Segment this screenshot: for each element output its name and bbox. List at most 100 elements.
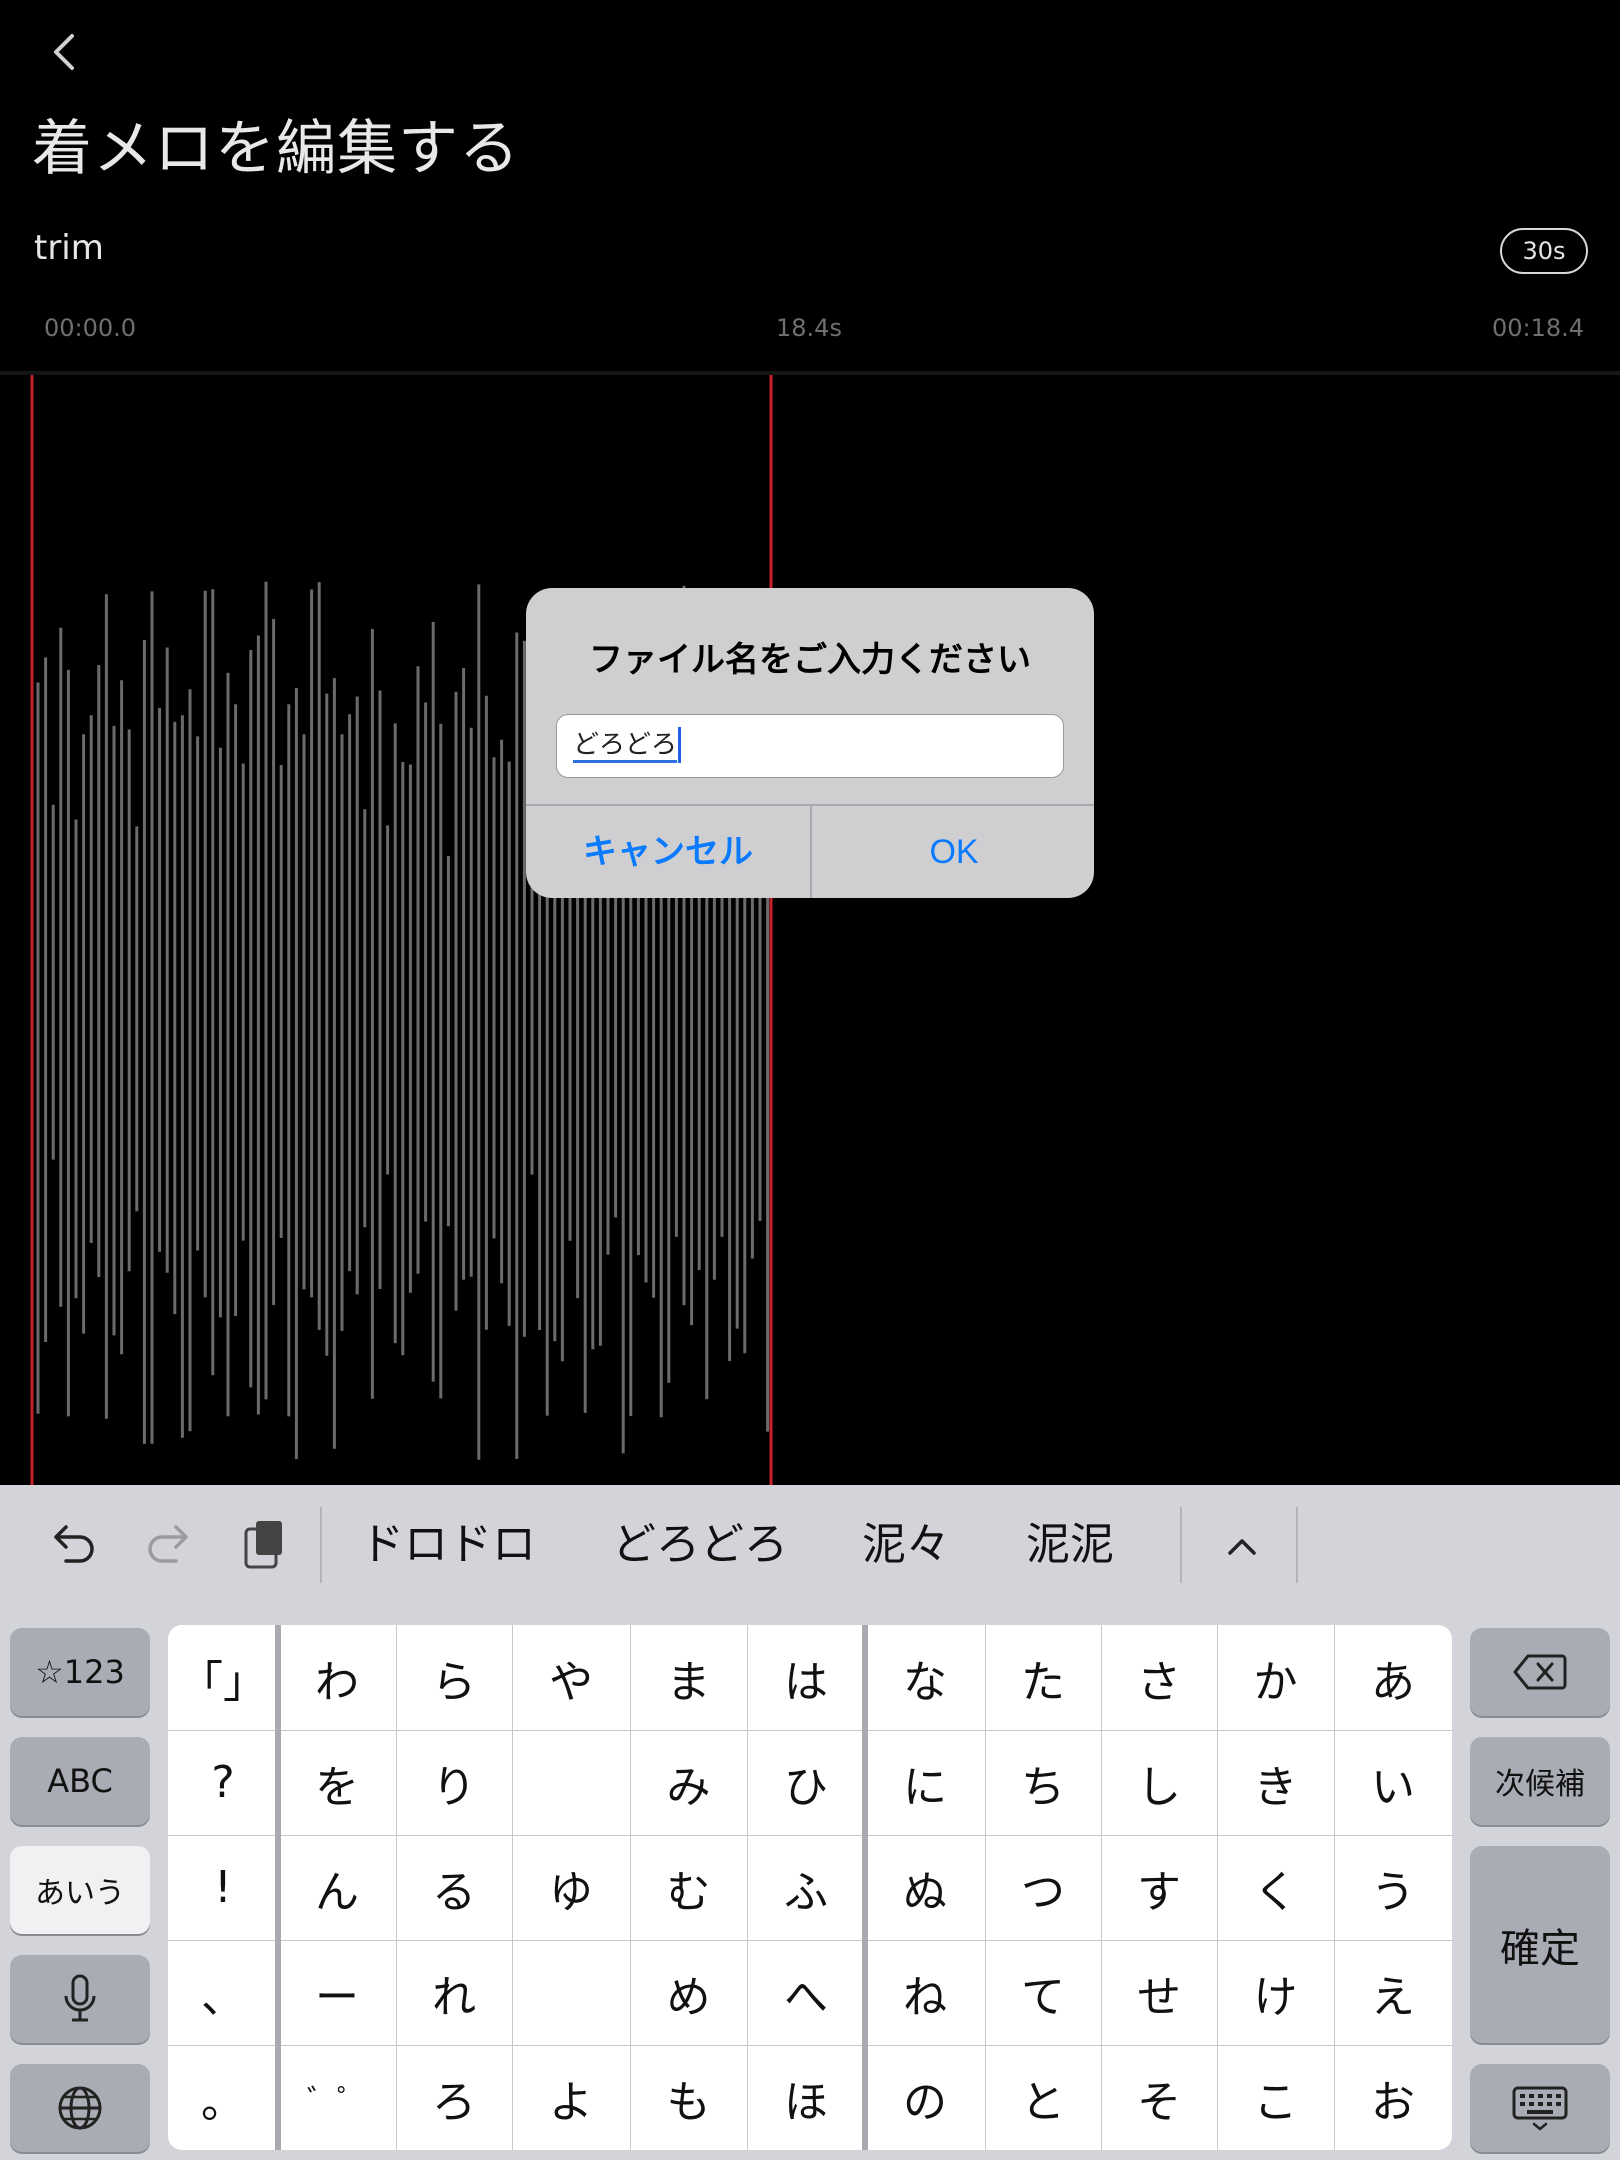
- candidate-4[interactable]: 泥泥: [1026, 1515, 1114, 1575]
- kana-key[interactable]: せ: [1101, 1940, 1217, 2045]
- globe-key[interactable]: [10, 2064, 150, 2152]
- kana-key[interactable]: ひ: [747, 1730, 865, 1835]
- kana-key[interactable]: お: [1334, 2045, 1452, 2150]
- delete-key[interactable]: [1470, 1628, 1610, 1716]
- filename-input[interactable]: どろどろ: [556, 714, 1064, 778]
- kana-key[interactable]: か: [1217, 1625, 1334, 1730]
- kana-key[interactable]: ち: [985, 1730, 1101, 1835]
- kana-key[interactable]: ふ: [747, 1835, 865, 1940]
- kana-key[interactable]: ほ: [747, 2045, 865, 2150]
- waveform[interactable]: [0, 375, 1620, 1485]
- kana-key[interactable]: は: [747, 1625, 865, 1730]
- kana-key[interactable]: す: [1101, 1835, 1217, 1940]
- grid-divider: [275, 1625, 281, 2150]
- kana-key[interactable]: ん: [278, 1835, 396, 1940]
- kana-key[interactable]: ぬ: [865, 1835, 985, 1940]
- dictation-key[interactable]: [10, 1955, 150, 2043]
- candidate-2[interactable]: どろどろ: [612, 1515, 788, 1575]
- kana-key[interactable]: み: [630, 1730, 747, 1835]
- kana-key[interactable]: き: [1217, 1730, 1334, 1835]
- trim-label: trim: [34, 228, 104, 268]
- cancel-button[interactable]: キャンセル: [526, 806, 810, 898]
- clipboard-icon: [244, 1521, 282, 1569]
- kana-key[interactable]: ら: [396, 1625, 512, 1730]
- candidate-1[interactable]: ドロドロ: [360, 1515, 536, 1575]
- kana-key[interactable]: 「」: [168, 1625, 278, 1730]
- kana-key[interactable]: く: [1217, 1835, 1334, 1940]
- kana-key[interactable]: う: [1334, 1835, 1452, 1940]
- kana-key[interactable]: め: [630, 1940, 747, 2045]
- kana-key[interactable]: ー: [278, 1940, 396, 2045]
- paste-button[interactable]: [232, 1515, 292, 1575]
- undo-button[interactable]: [44, 1515, 104, 1575]
- grid-divider: [512, 1625, 513, 2150]
- expand-candidates-button[interactable]: [1212, 1515, 1272, 1575]
- kana-key[interactable]: [512, 1940, 630, 2045]
- kana-key[interactable]: の: [865, 2045, 985, 2150]
- kana-key[interactable]: そ: [1101, 2045, 1217, 2150]
- kana-key[interactable]: え: [1334, 1940, 1452, 2045]
- chevron-left-icon: [54, 34, 74, 70]
- kana-key[interactable]: あ: [1334, 1625, 1452, 1730]
- kana-key[interactable]: ゆ: [512, 1835, 630, 1940]
- duration-badge[interactable]: 30s: [1500, 228, 1588, 274]
- grid-divider: [168, 1940, 1452, 1941]
- undo-icon: [54, 1525, 94, 1563]
- confirm-key[interactable]: 確定: [1470, 1846, 1610, 2043]
- grid-divider: [168, 1835, 1452, 1836]
- filename-dialog: ファイル名をご入力ください どろどろ キャンセル OK: [526, 588, 1094, 898]
- next-candidate-key[interactable]: 次候補: [1470, 1737, 1610, 1825]
- redo-button[interactable]: [138, 1515, 198, 1575]
- kana-key[interactable]: も: [630, 2045, 747, 2150]
- kana-key[interactable]: し: [1101, 1730, 1217, 1835]
- kana-key[interactable]: た: [985, 1625, 1101, 1730]
- kana-key[interactable]: と: [985, 2045, 1101, 2150]
- toolbar-divider: [1180, 1507, 1182, 1583]
- toolbar-divider: [320, 1507, 322, 1583]
- back-button[interactable]: [40, 22, 90, 82]
- kana-key[interactable]: む: [630, 1835, 747, 1940]
- kana-key[interactable]: ね: [865, 1940, 985, 2045]
- kana-key[interactable]: に: [865, 1730, 985, 1835]
- ok-button[interactable]: OK: [812, 806, 1094, 898]
- kana-key[interactable]: あいう: [10, 1846, 150, 1934]
- kana-key[interactable]: や: [512, 1625, 630, 1730]
- kana-key[interactable]: ま: [630, 1625, 747, 1730]
- numbers-symbols-key[interactable]: ☆123: [10, 1628, 150, 1716]
- kana-key[interactable]: !: [168, 1835, 278, 1940]
- kana-key[interactable]: 、: [168, 1940, 278, 2045]
- globe-icon: [58, 2086, 102, 2130]
- kana-key[interactable]: こ: [1217, 2045, 1334, 2150]
- dialog-title: ファイル名をご入力ください: [589, 641, 1031, 679]
- kana-key[interactable]: て: [985, 1940, 1101, 2045]
- kana-key[interactable]: へ: [747, 1940, 865, 2045]
- kana-key[interactable]: ゛゜: [278, 2045, 396, 2150]
- kana-key[interactable]: さ: [1101, 1625, 1217, 1730]
- kana-key[interactable]: れ: [396, 1940, 512, 2045]
- grid-divider: [747, 1625, 748, 2150]
- backspace-icon: [1513, 1654, 1567, 1690]
- page-title: 着メロを編集する: [32, 114, 520, 184]
- kana-key[interactable]: い: [1334, 1730, 1452, 1835]
- kana-key[interactable]: け: [1217, 1940, 1334, 2045]
- grid-divider: [1217, 1625, 1218, 2150]
- kana-key[interactable]: [512, 1730, 630, 1835]
- grid-divider: [985, 1625, 986, 2150]
- keyboard-toolbar: ドロドロ どろどろ 泥々 泥泥: [0, 1485, 1620, 1605]
- kana-key[interactable]: わ: [278, 1625, 396, 1730]
- kana-key[interactable]: る: [396, 1835, 512, 1940]
- microphone-icon: [64, 1974, 96, 2022]
- dismiss-keyboard-key[interactable]: [1470, 2064, 1610, 2152]
- kana-key[interactable]: つ: [985, 1835, 1101, 1940]
- kana-key[interactable]: な: [865, 1625, 985, 1730]
- kana-key[interactable]: 。: [168, 2045, 278, 2150]
- kana-key[interactable]: ろ: [396, 2045, 512, 2150]
- kana-key[interactable]: ?: [168, 1730, 278, 1835]
- kana-key[interactable]: よ: [512, 2045, 630, 2150]
- candidate-3[interactable]: 泥々: [862, 1515, 950, 1575]
- grid-divider: [1101, 1625, 1102, 2150]
- abc-key[interactable]: ABC: [10, 1737, 150, 1825]
- keyboard: ドロドロ どろどろ 泥々 泥泥 ☆123 ABC あいう 「」 わ ら や ま …: [0, 1485, 1620, 2160]
- kana-key[interactable]: り: [396, 1730, 512, 1835]
- kana-key[interactable]: を: [278, 1730, 396, 1835]
